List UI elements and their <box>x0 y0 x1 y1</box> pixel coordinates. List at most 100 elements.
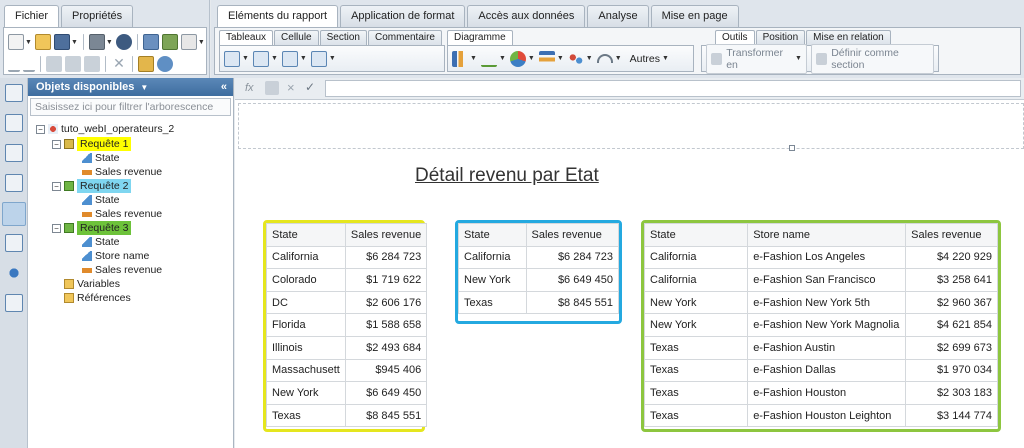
tab-analyse[interactable]: Analyse <box>587 5 649 27</box>
transformer-en-button[interactable]: Transformer en ▼ <box>706 43 807 74</box>
available-objects-icon[interactable] <box>2 202 26 226</box>
table-cell[interactable]: $3 258 641 <box>905 268 998 292</box>
table-cell[interactable]: California <box>643 245 749 270</box>
tab-application-de-format[interactable]: Application de format <box>340 5 466 27</box>
cancel-formula-icon[interactable]: × <box>287 80 295 95</box>
gauge-chart-icon[interactable] <box>596 54 613 63</box>
column-header[interactable]: Store name <box>747 223 907 247</box>
format-painter-icon[interactable] <box>138 56 154 72</box>
table-cell[interactable]: DC <box>266 290 346 315</box>
chevron-down-icon[interactable]: ▼ <box>271 55 278 62</box>
chevron-down-icon[interactable]: ▼ <box>586 55 593 62</box>
table-cell[interactable]: $2 493 684 <box>344 335 428 360</box>
column-header[interactable]: Sales revenue <box>344 223 428 247</box>
subtab-mise-en-relation[interactable]: Mise en relation <box>806 30 891 45</box>
undo-icon[interactable] <box>8 56 20 72</box>
table-cell[interactable]: $8 845 551 <box>525 290 620 315</box>
table-cell[interactable]: New York <box>266 381 346 405</box>
table-cell[interactable]: California <box>643 268 749 292</box>
tree-item[interactable]: Sales revenue <box>82 207 162 221</box>
report-title[interactable]: Détail revenu par Etat <box>415 165 599 187</box>
table-cell[interactable]: Florida <box>266 313 346 337</box>
refresh-icon[interactable] <box>157 56 173 72</box>
table-cell[interactable]: Texas <box>643 358 749 383</box>
table-cell[interactable]: $2 699 673 <box>905 335 998 360</box>
tree-item[interactable]: Sales revenue <box>82 263 162 277</box>
table-cell[interactable]: $3 144 774 <box>905 403 998 428</box>
table-cell[interactable]: New York <box>643 313 749 337</box>
definir-section-button[interactable]: Définir comme section <box>810 43 934 74</box>
tree-query-3[interactable]: − Requête 3 <box>52 221 132 235</box>
table-cell[interactable]: $6 649 450 <box>525 268 620 292</box>
table-cell[interactable]: $6 284 723 <box>344 245 428 270</box>
chevron-down-icon[interactable]: ▼ <box>329 55 336 62</box>
tab-elements-du-rapport[interactable]: Eléments du rapport <box>217 5 339 27</box>
input-controls-icon[interactable] <box>5 144 23 162</box>
chevron-down-icon[interactable]: ▼ <box>499 55 506 62</box>
chevron-down-icon[interactable]: ▼ <box>557 55 564 62</box>
tab-mise-en-page[interactable]: Mise en page <box>650 5 739 27</box>
pie-chart-icon[interactable] <box>509 50 526 67</box>
table-cell[interactable]: e-Fashion Austin <box>747 335 907 360</box>
tree-filter-input[interactable]: Saisissez ici pour filtrer l'arborescenc… <box>30 98 231 116</box>
column-header[interactable]: Sales revenue <box>525 223 620 247</box>
chevron-down-icon[interactable]: ▼ <box>528 55 535 62</box>
subtab-tableaux[interactable]: Tableaux <box>219 30 274 45</box>
column-header[interactable]: State <box>458 223 527 247</box>
horizontal-bar-chart-icon[interactable] <box>538 50 555 67</box>
table-cell[interactable]: Illinois <box>266 335 346 360</box>
paste-icon[interactable] <box>84 56 100 72</box>
scatter-chart-icon[interactable] <box>567 50 584 67</box>
tree-item[interactable]: State <box>82 235 120 249</box>
chevron-down-icon[interactable]: ▼ <box>71 39 78 46</box>
chevron-down-icon[interactable]: ▼ <box>300 55 307 62</box>
chevron-down-icon[interactable]: ▼ <box>470 55 477 62</box>
table-cell[interactable]: $6 284 723 <box>525 245 620 270</box>
collapse-panel-icon[interactable]: « <box>221 78 227 96</box>
delete-icon[interactable]: ✕ <box>111 56 127 72</box>
subtab-position[interactable]: Position <box>755 30 806 45</box>
table-cell[interactable]: $1 970 034 <box>905 358 998 383</box>
table-cell[interactable]: e-Fashion Houston Leighton <box>747 403 907 428</box>
table-cell[interactable]: $6 649 450 <box>344 381 428 405</box>
redo-icon[interactable] <box>23 56 35 72</box>
table-cell[interactable]: $945 406 <box>344 358 428 383</box>
table-cell[interactable]: Colorado <box>266 268 346 292</box>
collapse-toggle[interactable]: − <box>52 223 61 233</box>
export-icon[interactable] <box>142 34 159 50</box>
collapse-toggle[interactable]: − <box>52 181 61 191</box>
tab-fichier[interactable]: Fichier <box>4 5 60 27</box>
tab-proprietes[interactable]: Propriétés <box>61 5 134 27</box>
chevron-down-icon[interactable]: ▼ <box>615 55 622 62</box>
page-header-zone[interactable] <box>238 103 1024 149</box>
line-chart-icon[interactable] <box>480 51 497 67</box>
save-icon[interactable] <box>53 34 70 50</box>
subtab-outils[interactable]: Outils <box>715 30 755 45</box>
chevron-down-icon[interactable]: ▼ <box>198 39 205 46</box>
formula-input[interactable] <box>325 80 1021 97</box>
autres-charts-button[interactable]: Autres ▼ <box>626 51 673 67</box>
chevron-down-icon[interactable]: ▼ <box>25 39 32 46</box>
table-cell[interactable]: e-Fashion Dallas <box>747 358 907 383</box>
new-document-icon[interactable] <box>8 34 24 50</box>
report-table-1[interactable]: State Sales revenue California $6 284 723 C… <box>266 223 428 428</box>
table-cell[interactable]: $1 719 622 <box>344 268 428 292</box>
tree-item[interactable]: Store name <box>82 249 149 263</box>
subtab-diagramme[interactable]: Diagramme <box>447 30 513 45</box>
data-edit-icon[interactable] <box>5 234 23 252</box>
crosstab-icon[interactable] <box>281 50 298 67</box>
formula-editor-icon[interactable] <box>265 81 279 95</box>
tree-item[interactable]: Sales revenue <box>82 165 162 179</box>
table-cell[interactable]: e-Fashion New York 5th <box>747 290 907 315</box>
copy-icon[interactable] <box>65 56 81 72</box>
table-cell[interactable]: $1 588 658 <box>344 313 428 337</box>
subtab-section[interactable]: Section <box>319 30 367 45</box>
send-icon[interactable] <box>161 34 178 50</box>
table-cell[interactable]: Texas <box>643 335 749 360</box>
table-cell[interactable]: New York <box>643 290 749 315</box>
table-cell[interactable]: New York <box>458 268 527 292</box>
column-header[interactable]: State <box>643 223 749 247</box>
tree-query-2[interactable]: − Requête 2 <box>52 179 132 193</box>
table-cell[interactable]: Texas <box>643 381 749 405</box>
report-table-2[interactable]: State Sales revenue California $6 284 723 N… <box>458 223 620 315</box>
